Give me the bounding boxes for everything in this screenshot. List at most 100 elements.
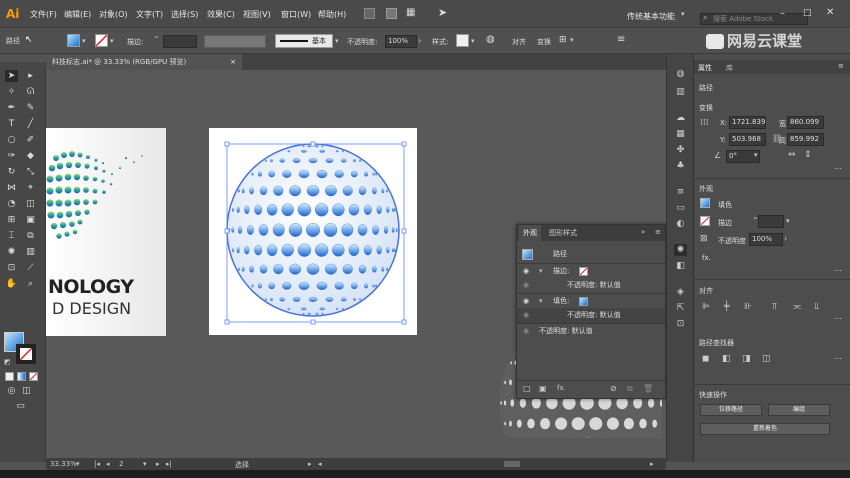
shape-builder-icon[interactable]: ◔ bbox=[5, 198, 18, 210]
clear-appearance-icon[interactable]: ⊘ bbox=[610, 384, 617, 393]
slice-tool-icon[interactable]: ⟋ bbox=[24, 262, 37, 274]
brushes-icon[interactable]: ✤ bbox=[674, 144, 687, 156]
default-colors-icon[interactable]: ◩ bbox=[4, 358, 11, 366]
menu-type[interactable]: 文字(T) bbox=[136, 9, 163, 20]
lasso-icon[interactable]: ᘏ bbox=[24, 86, 37, 98]
chevron-down-icon[interactable]: ▾ bbox=[82, 37, 86, 45]
variable-width-profile[interactable] bbox=[204, 35, 266, 48]
stock-search-input[interactable]: 搜索 Adobe Stock bbox=[700, 13, 808, 25]
curvature-tool-icon[interactable]: ✎ bbox=[24, 102, 37, 114]
scale-tool-icon[interactable]: ⤡ bbox=[24, 166, 37, 178]
paintbrush-icon[interactable]: ✐ bbox=[24, 134, 37, 146]
stroke-weight-field[interactable] bbox=[163, 35, 197, 48]
stroke-color-box[interactable] bbox=[16, 344, 36, 364]
add-effect-icon[interactable]: fx. bbox=[557, 384, 566, 392]
duplicate-item-icon[interactable]: ⧉ bbox=[627, 384, 633, 394]
more-options-icon[interactable]: ⋯ bbox=[834, 266, 842, 275]
panel-menu-icon[interactable]: ≡ bbox=[655, 228, 661, 236]
eyedropper-icon[interactable]: ⌶ bbox=[5, 230, 18, 242]
artboard-tool-icon[interactable]: ⊡ bbox=[5, 262, 18, 274]
stroke-panel-icon[interactable]: ≡ bbox=[674, 186, 687, 198]
eye-icon[interactable]: ◉ bbox=[523, 278, 529, 293]
minimize-icon[interactable]: – bbox=[780, 8, 785, 19]
layers-icon[interactable]: ◈ bbox=[674, 286, 687, 298]
chevron-down-icon[interactable]: ▾ bbox=[786, 217, 790, 225]
opacity-field[interactable]: 100% bbox=[385, 35, 417, 48]
eraser-icon[interactable]: ◆ bbox=[24, 150, 37, 162]
unite-icon[interactable]: ◼ bbox=[702, 354, 709, 364]
artboard-sphere[interactable] bbox=[209, 128, 417, 335]
draw-mode-icon[interactable]: ◎ bbox=[5, 385, 18, 397]
magic-wand-icon[interactable]: ✧ bbox=[5, 86, 18, 98]
more-options-icon[interactable]: ⋯ bbox=[834, 354, 842, 363]
reference-point-icon[interactable]: ⁞⁞⁞ bbox=[700, 118, 709, 128]
menu-object[interactable]: 对象(O) bbox=[99, 9, 128, 20]
screen-mode-icon[interactable]: ▭ bbox=[14, 400, 27, 412]
last-artboard-icon[interactable]: ▸| bbox=[166, 460, 172, 468]
appearance-row-fill[interactable]: ◉ ▾ 填色: bbox=[517, 293, 665, 308]
maximize-icon[interactable]: □ bbox=[803, 8, 812, 18]
fill-opacity-label[interactable]: 不透明度: 默认值 bbox=[567, 308, 621, 323]
line-tool-icon[interactable]: ╱ bbox=[24, 118, 37, 130]
free-transform-icon[interactable]: ⌖ bbox=[24, 182, 37, 194]
horizontal-scrollbar-thumb[interactable] bbox=[504, 461, 520, 467]
fill-row-swatch[interactable] bbox=[579, 297, 588, 306]
arrange-documents-icon[interactable]: ▦ bbox=[406, 7, 415, 18]
menu-help[interactable]: 帮助(H) bbox=[318, 9, 346, 20]
y-field[interactable]: 503.968 bbox=[729, 133, 766, 146]
document-tab[interactable]: 科技标志.ai* @ 33.33% (RGB/GPU 预览) × bbox=[46, 54, 242, 70]
opacity-field[interactable]: 100% bbox=[749, 233, 783, 246]
ellipse-tool-icon[interactable]: ○ bbox=[5, 134, 18, 146]
more-options-icon[interactable]: ⋯ bbox=[834, 164, 842, 173]
align-vcenter-icon[interactable]: ⫘ bbox=[793, 302, 801, 312]
chevron-down-icon[interactable]: ▾ bbox=[76, 460, 80, 468]
rotate-tool-icon[interactable]: ↻ bbox=[5, 166, 18, 178]
draw-behind-icon[interactable]: ◫ bbox=[20, 385, 33, 397]
appearance-row-stroke[interactable]: ◉ ▾ 描边: bbox=[517, 263, 665, 278]
symbols-icon[interactable]: ♣ bbox=[674, 160, 687, 172]
menu-window[interactable]: 窗口(W) bbox=[281, 9, 311, 20]
collapse-panel-icon[interactable]: » bbox=[641, 228, 645, 236]
artboard-logo[interactable]: NOLOGY D DESIGN bbox=[46, 128, 166, 336]
chevron-down-icon[interactable]: ▾ bbox=[471, 37, 475, 45]
transform-link[interactable]: 变换 bbox=[537, 37, 551, 47]
next-artboard-icon[interactable]: ▸ bbox=[156, 460, 160, 468]
brush-definition[interactable]: 基本 bbox=[275, 34, 333, 48]
exclude-icon[interactable]: ◫ bbox=[762, 354, 771, 364]
color-mode-icon[interactable] bbox=[5, 372, 14, 381]
selection-tool-icon[interactable]: ➤ bbox=[5, 70, 18, 82]
menu-effect[interactable]: 效果(C) bbox=[207, 9, 235, 20]
prev-artboard-icon[interactable]: ◂ bbox=[106, 460, 110, 468]
recolor-icon[interactable]: ◍ bbox=[486, 34, 495, 45]
object-opacity-label[interactable]: 不透明度: 默认值 bbox=[539, 324, 593, 339]
transparency-icon[interactable]: ◐ bbox=[674, 218, 687, 230]
chevron-down-icon[interactable]: ▾ bbox=[539, 264, 543, 279]
graphic-styles-icon[interactable]: ◧ bbox=[674, 260, 687, 272]
appearance-panel-icon[interactable]: ✺ bbox=[674, 244, 687, 256]
menu-file[interactable]: 文件(F) bbox=[30, 9, 57, 20]
stroke-opacity-label[interactable]: 不透明度: 默认值 bbox=[567, 278, 621, 293]
scroll-right-icon[interactable]: ▸ bbox=[650, 460, 654, 468]
stock-icon[interactable] bbox=[386, 8, 397, 19]
workspace-switcher[interactable]: 传统基本功能 bbox=[627, 11, 675, 22]
artboards-icon[interactable]: ⊡ bbox=[674, 318, 687, 330]
align-right-icon[interactable]: ⊪ bbox=[744, 302, 752, 312]
gradient-tool-icon[interactable]: ▣ bbox=[24, 214, 37, 226]
appearance-row-fill-opacity[interactable]: ◉ 不透明度: 默认值 bbox=[517, 308, 665, 323]
bridge-icon[interactable] bbox=[364, 8, 375, 19]
color-guide-icon[interactable]: ▥ bbox=[674, 86, 687, 98]
gradient-panel-icon[interactable]: ▭ bbox=[674, 202, 687, 214]
export-icon[interactable]: ⇱ bbox=[674, 302, 687, 314]
height-field[interactable]: 859.992 bbox=[787, 133, 824, 146]
width-tool-icon[interactable]: ⋈ bbox=[5, 182, 18, 194]
offset-path-button[interactable]: 位移路径 bbox=[700, 404, 762, 416]
fill-swatch[interactable] bbox=[67, 34, 80, 47]
tab-properties[interactable]: 属性 bbox=[698, 63, 712, 73]
chevron-down-icon[interactable]: ▾ bbox=[143, 460, 147, 468]
chevron-right-icon[interactable]: › bbox=[418, 36, 421, 45]
gradient-mode-icon[interactable] bbox=[17, 372, 26, 381]
panel-menu-icon[interactable]: ≡ bbox=[617, 34, 625, 45]
chevron-down-icon[interactable]: ▾ bbox=[681, 10, 685, 18]
recolor-button[interactable]: 重新着色 bbox=[700, 423, 830, 435]
shaper-tool-icon[interactable]: ✑ bbox=[5, 150, 18, 162]
